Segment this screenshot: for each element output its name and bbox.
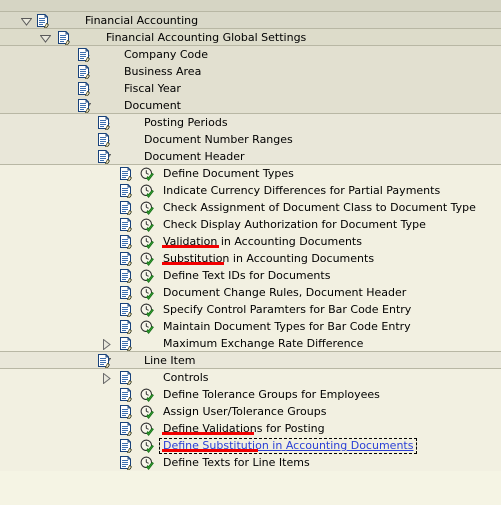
img-node-icon[interactable] bbox=[119, 235, 133, 249]
activity-clock-check-icon[interactable] bbox=[140, 167, 154, 181]
chevron-right-icon[interactable] bbox=[102, 373, 113, 384]
img-node-icon[interactable] bbox=[77, 82, 91, 96]
tree-node-label[interactable]: Define Document Types bbox=[163, 165, 294, 182]
tree-node-label[interactable]: Indicate Currency Differences for Partia… bbox=[163, 182, 440, 199]
img-node-icon[interactable] bbox=[119, 184, 133, 198]
tree-node-label[interactable]: Maximum Exchange Rate Difference bbox=[163, 335, 363, 352]
tree-row[interactable]: Define Document Types bbox=[0, 165, 501, 182]
tree-node-label[interactable]: Fiscal Year bbox=[124, 80, 181, 97]
activity-clock-check-icon[interactable] bbox=[140, 405, 154, 419]
tree-row[interactable]: Define Tolerance Groups for Employees bbox=[0, 386, 501, 403]
img-node-icon[interactable] bbox=[119, 269, 133, 283]
tree-node-label[interactable]: Company Code bbox=[124, 46, 208, 63]
tree-row[interactable]: Company Code bbox=[0, 46, 501, 63]
tree-node-label[interactable]: Document Header bbox=[144, 148, 245, 165]
tree-row[interactable]: Validation in Accounting Documents bbox=[0, 233, 501, 250]
img-node-icon[interactable] bbox=[97, 116, 111, 130]
activity-clock-check-icon[interactable] bbox=[140, 439, 154, 453]
img-node-icon[interactable] bbox=[119, 286, 133, 300]
tree-row[interactable]: Controls bbox=[0, 369, 501, 386]
tree-row[interactable]: Business Area bbox=[0, 63, 501, 80]
img-node-icon[interactable] bbox=[119, 371, 133, 385]
tree-node-label[interactable]: Financial Accounting Global Settings bbox=[106, 29, 306, 46]
img-node-icon[interactable] bbox=[57, 31, 71, 45]
img-node-icon[interactable] bbox=[119, 337, 133, 351]
activity-clock-check-icon[interactable] bbox=[140, 235, 154, 249]
img-node-icon[interactable] bbox=[119, 422, 133, 436]
tree-node-label[interactable]: Define Texts for Line Items bbox=[163, 454, 310, 471]
tree-node-label[interactable]: Posting Periods bbox=[144, 114, 228, 131]
tree-row[interactable]: Specify Control Paramters for Bar Code E… bbox=[0, 301, 501, 318]
img-node-icon[interactable] bbox=[97, 133, 111, 147]
tree-node-label[interactable]: Line Item bbox=[144, 352, 195, 369]
activity-clock-check-icon[interactable] bbox=[140, 252, 154, 266]
tree-row[interactable]: Document Number Ranges bbox=[0, 131, 501, 148]
red-marker-underline bbox=[162, 245, 219, 248]
chevron-right-icon[interactable] bbox=[102, 339, 113, 350]
red-marker-underline bbox=[162, 449, 258, 452]
img-node-icon[interactable] bbox=[77, 65, 91, 79]
activity-clock-check-icon[interactable] bbox=[140, 388, 154, 402]
tree-node-label[interactable]: Financial Accounting bbox=[85, 12, 198, 29]
activity-clock-check-icon[interactable] bbox=[140, 201, 154, 215]
tree-row[interactable]: Substitution in Accounting Documents bbox=[0, 250, 501, 267]
img-node-icon[interactable] bbox=[119, 167, 133, 181]
img-node-icon[interactable] bbox=[119, 456, 133, 470]
tree-row[interactable]: Check Display Authorization for Document… bbox=[0, 216, 501, 233]
img-node-icon[interactable] bbox=[119, 303, 133, 317]
tree-row[interactable]: Define Text IDs for Documents bbox=[0, 267, 501, 284]
activity-clock-check-icon[interactable] bbox=[140, 456, 154, 470]
tree-node-label[interactable]: Define Text IDs for Documents bbox=[163, 267, 330, 284]
tree-row[interactable]: Document Header bbox=[0, 148, 501, 165]
tree-row[interactable]: Posting Periods bbox=[0, 114, 501, 131]
tree-node-label[interactable]: Document Number Ranges bbox=[144, 131, 293, 148]
tree-node-label[interactable]: Assign User/Tolerance Groups bbox=[163, 403, 326, 420]
tree-node-label[interactable]: Check Display Authorization for Document… bbox=[163, 216, 426, 233]
chevron-down-icon[interactable] bbox=[21, 17, 32, 26]
img-node-icon[interactable] bbox=[36, 14, 50, 28]
tree-node-label[interactable]: Business Area bbox=[124, 63, 201, 80]
tree-row[interactable]: Line Item bbox=[0, 352, 501, 369]
img-node-icon[interactable] bbox=[77, 48, 91, 62]
tree-node-label[interactable]: Maintain Document Types for Bar Code Ent… bbox=[163, 318, 411, 335]
activity-clock-check-icon[interactable] bbox=[140, 320, 154, 334]
red-marker-underline bbox=[162, 432, 254, 435]
red-marker-underline bbox=[162, 262, 224, 265]
img-node-icon[interactable] bbox=[77, 99, 91, 113]
tree-row[interactable]: Assign User/Tolerance Groups bbox=[0, 403, 501, 420]
activity-clock-check-icon[interactable] bbox=[140, 269, 154, 283]
tree-row[interactable]: Fiscal Year bbox=[0, 80, 501, 97]
tree-node-label[interactable]: Document bbox=[124, 97, 181, 114]
tree-row[interactable]: Financial Accounting bbox=[0, 12, 501, 29]
tree-node-label[interactable]: Specify Control Paramters for Bar Code E… bbox=[163, 301, 411, 318]
tree-row[interactable]: Indicate Currency Differences for Partia… bbox=[0, 182, 501, 199]
activity-clock-check-icon[interactable] bbox=[140, 286, 154, 300]
tree-row[interactable]: Define Texts for Line Items bbox=[0, 454, 501, 471]
img-node-icon[interactable] bbox=[119, 320, 133, 334]
img-tree-view[interactable]: Financial Accounting Financial Accounting… bbox=[0, 0, 501, 505]
img-node-icon[interactable] bbox=[119, 439, 133, 453]
activity-clock-check-icon[interactable] bbox=[140, 422, 154, 436]
activity-clock-check-icon[interactable] bbox=[140, 218, 154, 232]
tree-row[interactable]: Document Change Rules, Document Header bbox=[0, 284, 501, 301]
tree-row[interactable]: Maintain Document Types for Bar Code Ent… bbox=[0, 318, 501, 335]
img-node-icon[interactable] bbox=[119, 201, 133, 215]
img-node-icon[interactable] bbox=[119, 405, 133, 419]
activity-clock-check-icon[interactable] bbox=[140, 303, 154, 317]
img-node-icon[interactable] bbox=[97, 150, 111, 164]
chevron-down-icon[interactable] bbox=[40, 34, 51, 43]
tree-row[interactable]: Document bbox=[0, 97, 501, 114]
tree-row[interactable]: Maximum Exchange Rate Difference bbox=[0, 335, 501, 352]
tree-node-label[interactable]: Controls bbox=[163, 369, 209, 386]
tree-row[interactable]: Financial Accounting Global Settings bbox=[0, 29, 501, 46]
img-node-icon[interactable] bbox=[119, 218, 133, 232]
img-node-icon[interactable] bbox=[97, 354, 111, 368]
tree-node-label[interactable]: Check Assignment of Document Class to Do… bbox=[163, 199, 476, 216]
tree-node-label[interactable]: Define Tolerance Groups for Employees bbox=[163, 386, 380, 403]
img-node-icon[interactable] bbox=[119, 252, 133, 266]
tree-node-label[interactable]: Document Change Rules, Document Header bbox=[163, 284, 406, 301]
img-node-icon[interactable] bbox=[119, 388, 133, 402]
tree-row[interactable]: Check Assignment of Document Class to Do… bbox=[0, 199, 501, 216]
activity-clock-check-icon[interactable] bbox=[140, 184, 154, 198]
